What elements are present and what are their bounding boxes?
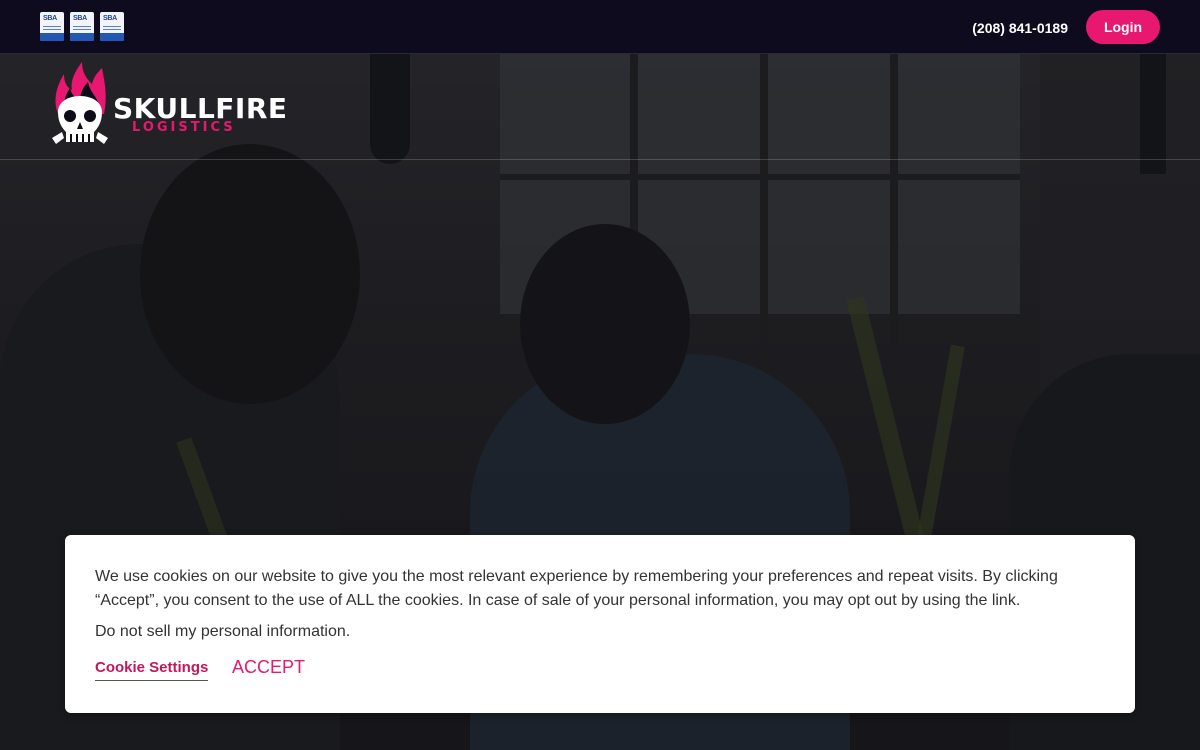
badge-label: SBA: [73, 15, 87, 22]
phone-link[interactable]: (208) 841-0189: [972, 20, 1068, 36]
accept-cookies-button[interactable]: ACCEPT: [232, 657, 305, 678]
cookie-consent-banner: We use cookies on our website to give yo…: [65, 535, 1135, 713]
cookie-settings-button[interactable]: Cookie Settings: [95, 659, 209, 681]
top-bar: SBA SBA SBA (208) 841-0189 Login: [0, 0, 1200, 54]
sba-badge-icon: SBA: [40, 12, 64, 41]
badge-label: SBA: [43, 15, 57, 22]
login-button[interactable]: Login: [1086, 10, 1160, 44]
badge-label: SBA: [103, 15, 117, 22]
do-not-sell-link[interactable]: Do not sell my personal information.: [95, 623, 350, 641]
certification-badges: SBA SBA SBA: [40, 12, 124, 41]
skullfire-logo[interactable]: SKULLFIRE LOGISTICS: [52, 62, 287, 152]
cookie-message: We use cookies on our website to give yo…: [95, 568, 1058, 609]
logo-subtitle: LOGISTICS: [132, 120, 236, 135]
flaming-skull-icon: [52, 62, 108, 144]
sba-badge-icon: SBA: [100, 12, 124, 41]
sba-badge-icon: SBA: [70, 12, 94, 41]
header-divider: [0, 159, 1200, 160]
